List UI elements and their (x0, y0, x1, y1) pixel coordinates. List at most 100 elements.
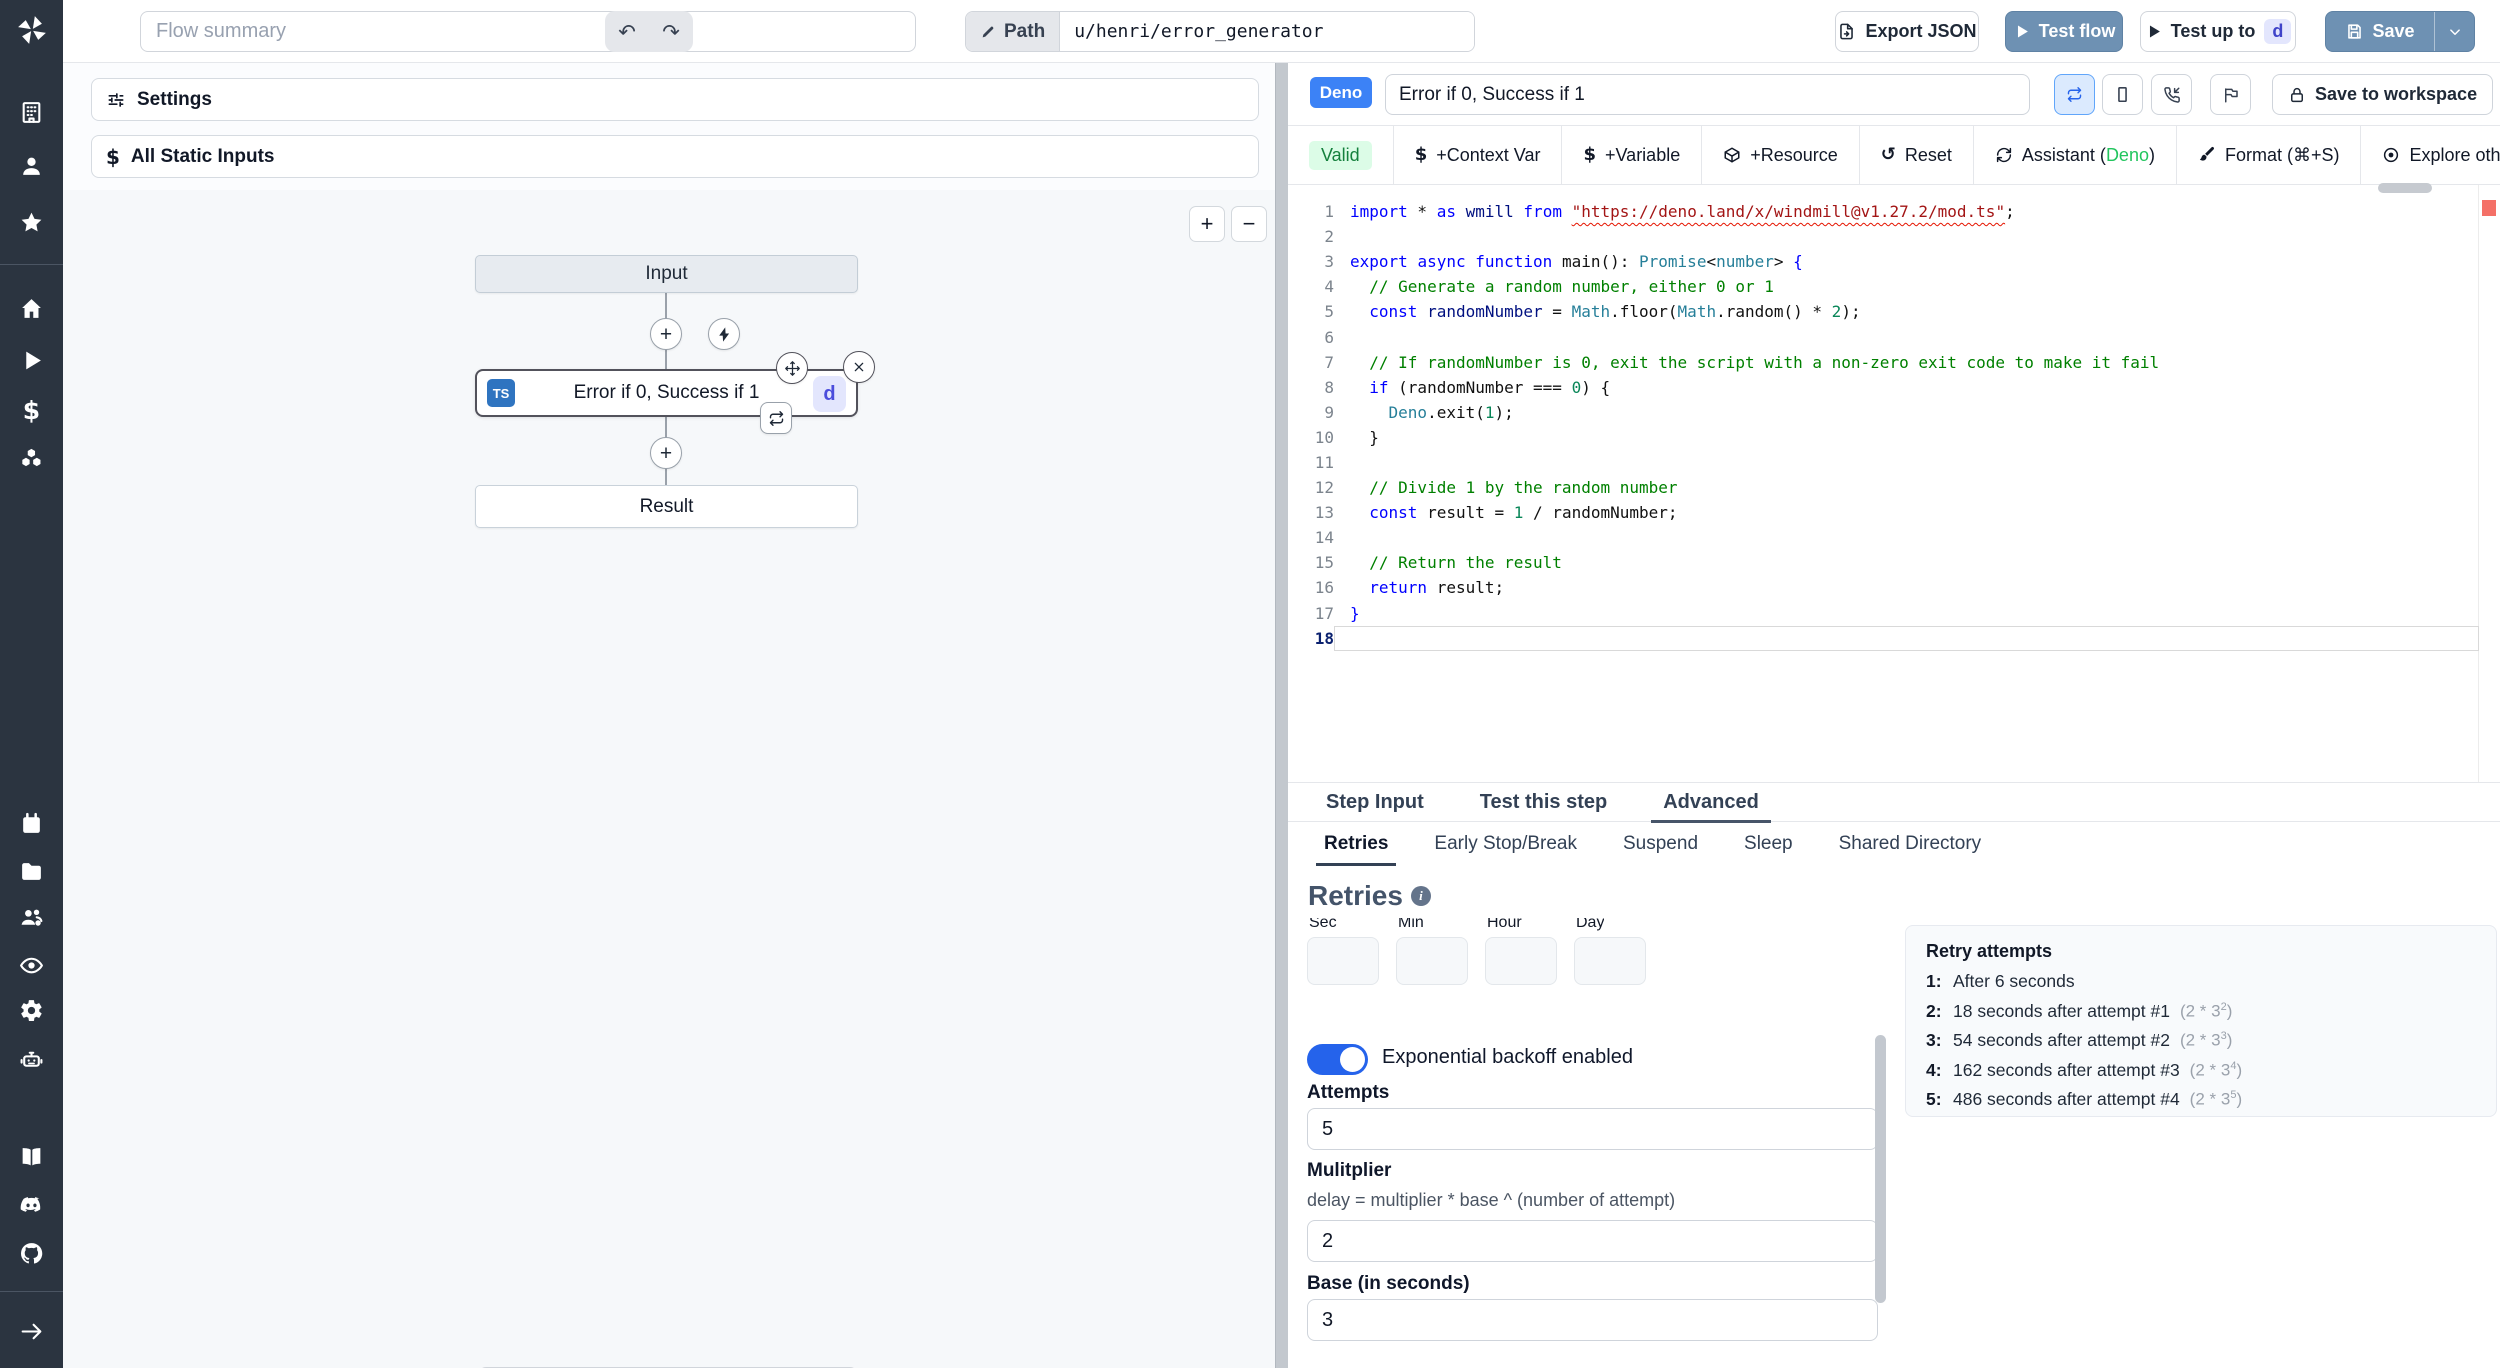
code-line-8[interactable]: 8 if (randomNumber === 0) { (1288, 375, 2500, 400)
toolbar-item-explore-other-s[interactable]: Explore other s (2361, 126, 2500, 184)
base-input[interactable] (1307, 1299, 1878, 1341)
flow-node-result[interactable]: Result (475, 485, 858, 528)
sec-input[interactable] (1307, 937, 1379, 985)
column-view-button[interactable] (2102, 74, 2143, 115)
code-line-14[interactable]: 14 (1288, 525, 2500, 550)
path-input[interactable] (1060, 12, 1475, 51)
code-line-17[interactable]: 17} (1288, 601, 2500, 626)
tab-test-this-step[interactable]: Test this step (1474, 783, 1613, 821)
pane-resize-handle[interactable] (1275, 63, 1288, 1368)
code-line-9[interactable]: 9 Deno.exit(1); (1288, 400, 2500, 425)
toolbar-item-format-s-[interactable]: Format (⌘+S) (2177, 126, 2362, 184)
code-line-4[interactable]: 4 // Generate a random number, either 0 … (1288, 274, 2500, 299)
sidebar-item-github[interactable] (0, 1231, 63, 1275)
sidebar-item-gear[interactable] (0, 988, 63, 1032)
toolbar-item--resource[interactable]: +Resource (1702, 126, 1860, 184)
code-line-2[interactable]: 2 (1288, 224, 2500, 249)
flow-node-input[interactable]: Input (475, 255, 858, 293)
test-up-to-button[interactable]: Test up to d (2140, 11, 2296, 52)
save-to-workspace-button[interactable]: Save to workspace (2272, 74, 2494, 115)
sidebar-item-discord[interactable] (0, 1183, 63, 1227)
subtab-retries[interactable]: Retries (1315, 822, 1397, 866)
sidebar-item-user[interactable] (0, 144, 63, 188)
flag-button[interactable] (2210, 74, 2251, 115)
undo-icon: ↺ (1880, 144, 1896, 165)
undo-button[interactable]: ↶ (610, 20, 644, 44)
delete-step-button[interactable] (843, 351, 875, 383)
subtab-early-stop-break[interactable]: Early Stop/Break (1430, 822, 1581, 866)
multiplier-input[interactable] (1307, 1220, 1878, 1262)
zoom-in-button[interactable]: + (1189, 206, 1225, 242)
trigger-bolt-button[interactable] (708, 318, 740, 350)
attempts-input[interactable] (1307, 1108, 1878, 1150)
sidebar-item-calendar[interactable] (0, 801, 63, 845)
flow-settings-button[interactable]: Settings (91, 78, 1259, 121)
toolbar-item-label: +Variable (1605, 144, 1681, 165)
code-line-18[interactable]: 18 (1288, 625, 2500, 651)
retry-mode-button[interactable] (2054, 74, 2095, 115)
sidebar-item-dollar[interactable]: $ (0, 388, 63, 432)
bolt-icon (718, 326, 729, 342)
editor-scrollbar[interactable] (2378, 183, 2432, 193)
code-line-10[interactable]: 10 } (1288, 425, 2500, 450)
export-json-button[interactable]: Export JSON (1835, 11, 1979, 52)
flow-summary-input[interactable] (140, 11, 916, 52)
sidebar-item-book[interactable] (0, 1135, 63, 1179)
toolbar-item-deno[interactable]: Assistant (Deno) (1974, 126, 2177, 184)
sidebar-item-star[interactable] (0, 200, 63, 244)
code-line-16[interactable]: 16 return result; (1288, 575, 2500, 600)
sidebar-item-robot[interactable] (0, 1037, 63, 1081)
code-line-15[interactable]: 15 // Return the result (1288, 550, 2500, 575)
sidebar-item-user-group[interactable] (0, 895, 63, 939)
toolbar-item-reset[interactable]: ↺ Reset (1860, 126, 1974, 184)
sidebar-item-building[interactable] (0, 90, 63, 134)
redo-button[interactable]: ↷ (654, 20, 688, 44)
tab-step-input[interactable]: Step Input (1320, 783, 1430, 821)
retry-indicator-button[interactable] (760, 402, 792, 434)
subtab-shared-directory[interactable]: Shared Directory (1835, 822, 1986, 866)
zoom-out-button[interactable]: − (1231, 206, 1267, 242)
retry-attempt-row: 5: 486 seconds after attempt #4 (2 * 35) (1926, 1089, 2243, 1109)
subtab-sleep[interactable]: Sleep (1740, 822, 1797, 866)
code-line-5[interactable]: 5 const randomNumber = Math.floor(Math.r… (1288, 299, 2500, 324)
add-step-button[interactable]: + (650, 437, 682, 469)
exponential-backoff-toggle[interactable] (1307, 1044, 1368, 1075)
sidebar-item-cubes[interactable] (0, 436, 63, 480)
code-line-12[interactable]: 12 // Divide 1 by the random number (1288, 475, 2500, 500)
move-step-button[interactable] (776, 352, 808, 384)
refresh-icon (1996, 147, 2012, 163)
all-static-inputs-button[interactable]: $ All Static Inputs (91, 135, 1259, 178)
code-editor[interactable]: 1 import * as wmill from "https://deno.la… (1288, 183, 2500, 782)
save-label: Save (2372, 21, 2415, 41)
code-line-13[interactable]: 13 const result = 1 / randomNumber; (1288, 500, 2500, 525)
day-input[interactable] (1574, 937, 1646, 985)
toolbar-item--variable[interactable]: $ +Variable (1562, 126, 1703, 184)
flow-graph-canvas[interactable]: + − Input + TS Error if 0, Success if 1 … (63, 190, 1275, 1368)
retries-scrollbar[interactable] (1875, 1035, 1886, 1303)
code-line-7[interactable]: 7 // If randomNumber is 0, exit the scri… (1288, 350, 2500, 375)
hour-input[interactable] (1485, 937, 1557, 985)
windmill-logo-icon[interactable] (15, 13, 49, 47)
test-flow-button[interactable]: Test flow (2005, 11, 2123, 52)
tab-advanced[interactable]: Advanced (1651, 783, 1771, 823)
sidebar-item-eye[interactable] (0, 943, 63, 987)
phone-incoming-button[interactable] (2151, 74, 2192, 115)
test-flow-label: Test flow (2038, 21, 2116, 41)
info-icon[interactable]: i (1410, 886, 1431, 906)
subtab-suspend[interactable]: Suspend (1619, 822, 1702, 866)
code-line-3[interactable]: 3 export async function main(): Promise<n… (1288, 249, 2500, 274)
base-label: Base (in seconds) (1307, 1273, 1470, 1294)
step-name-input[interactable] (1385, 74, 2030, 115)
sidebar-item-folder[interactable] (0, 849, 63, 893)
save-button[interactable]: Save (2326, 12, 2434, 51)
toolbar-item--context-var[interactable]: $ +Context Var (1394, 126, 1563, 184)
min-input[interactable] (1396, 937, 1468, 985)
save-dropdown-button[interactable] (2434, 12, 2474, 51)
sidebar-item-home[interactable] (0, 286, 63, 330)
code-line-6[interactable]: 6 (1288, 324, 2500, 349)
sidebar-item-arrow-right[interactable] (0, 1309, 63, 1353)
add-step-button[interactable]: + (650, 318, 682, 350)
code-line-11[interactable]: 11 (1288, 450, 2500, 475)
code-line-1[interactable]: 1 import * as wmill from "https://deno.la… (1288, 199, 2500, 224)
sidebar-item-play[interactable] (0, 338, 63, 382)
